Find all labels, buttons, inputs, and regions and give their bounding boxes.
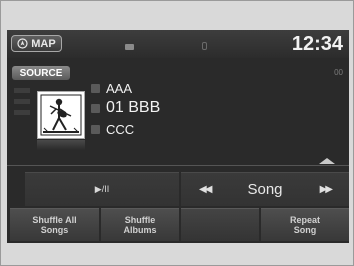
audio-screen: MAP 12:34 SOURCE 00 AAA 01 BBB CCC ▶/II … <box>7 30 349 243</box>
battery-indicator-icon <box>202 42 207 50</box>
source-button[interactable]: SOURCE <box>12 66 70 80</box>
song-skip-control: ◀◀ Song ▶▶ <box>181 172 349 206</box>
album-name: CCC <box>106 122 135 137</box>
button-label: Song <box>293 225 317 235</box>
map-button[interactable]: MAP <box>11 35 62 52</box>
empty-button <box>181 208 259 241</box>
button-label: Shuffle <box>124 215 156 225</box>
button-label: Songs <box>40 225 69 235</box>
artist-name: AAA <box>106 81 133 96</box>
divider <box>7 165 349 166</box>
play-pause-button[interactable]: ▶/II <box>25 172 179 206</box>
artist-row: AAA <box>91 81 132 96</box>
skip-back-icon[interactable]: ◀◀ <box>199 184 212 195</box>
chevron-up-icon[interactable] <box>318 157 336 165</box>
button-label: Shuffle All <box>32 215 77 225</box>
album-art-reflection <box>37 140 85 150</box>
title-row: 01 BBB <box>91 99 160 117</box>
elapsed-time: 00 <box>334 68 343 77</box>
map-icon <box>17 38 28 49</box>
song-title: 01 BBB <box>106 99 161 116</box>
phone-indicator-icon <box>125 44 134 50</box>
button-label: Repeat <box>289 215 320 225</box>
status-bar: MAP 12:34 <box>7 30 349 58</box>
song-icon <box>91 103 100 113</box>
faint-list-indicators <box>12 82 34 130</box>
skip-mode-label: Song <box>247 181 283 198</box>
skip-forward-icon[interactable]: ▶▶ <box>320 184 333 195</box>
play-pause-icon: ▶/II <box>94 184 110 194</box>
map-label: MAP <box>31 37 56 50</box>
guitarist-icon <box>38 92 84 138</box>
clock: 12:34 <box>291 33 343 55</box>
shuffle-albums-button[interactable]: Shuffle Albums <box>101 208 179 241</box>
shuffle-all-songs-button[interactable]: Shuffle All Songs <box>10 208 99 241</box>
button-label: Albums <box>123 225 157 235</box>
album-icon <box>91 125 100 134</box>
album-row: CCC <box>91 122 134 137</box>
display-frame: MAP 12:34 SOURCE 00 AAA 01 BBB CCC ▶/II … <box>0 0 354 266</box>
repeat-song-button[interactable]: Repeat Song <box>261 208 349 241</box>
artist-icon <box>91 84 100 93</box>
album-art <box>37 91 85 139</box>
